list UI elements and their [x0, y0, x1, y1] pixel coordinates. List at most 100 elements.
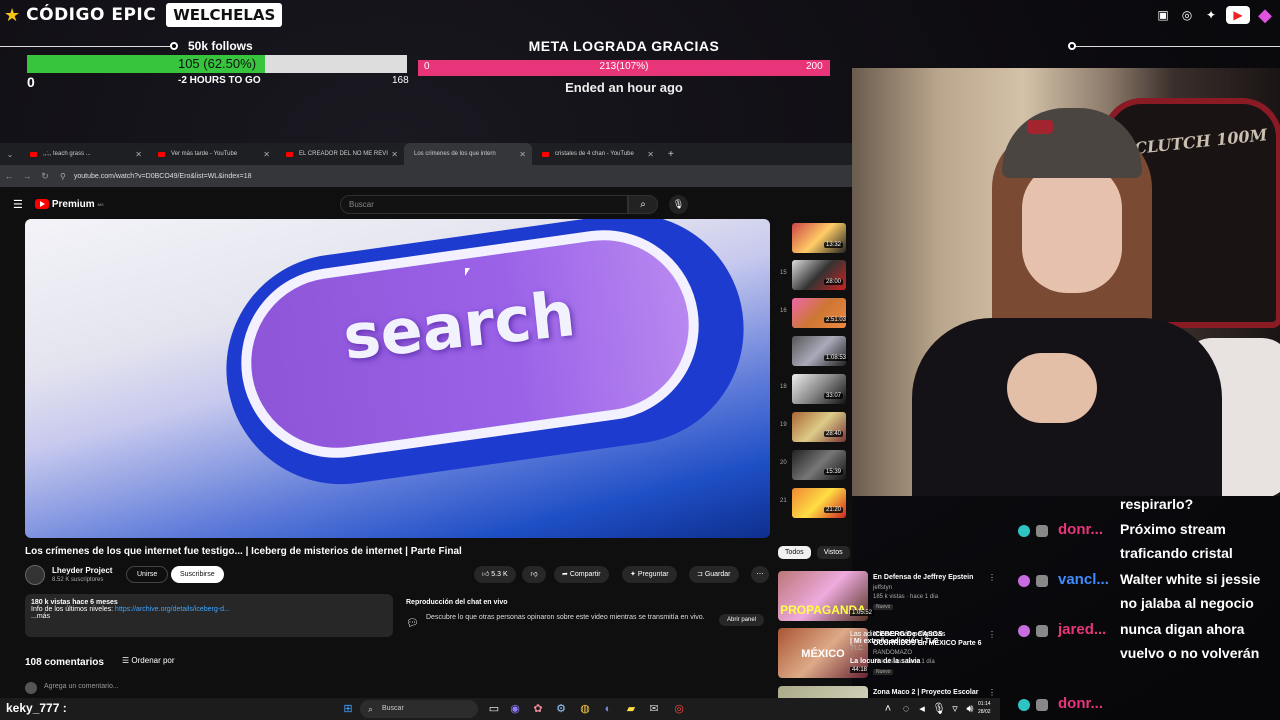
ask-button[interactable]: ✦ Preguntar	[622, 566, 677, 583]
playlist-item[interactable]: 13:32	[778, 223, 852, 253]
overlay-line: TLC	[850, 645, 864, 652]
streamer-hand	[1007, 353, 1097, 423]
sort-icon: ☰	[122, 656, 132, 665]
search-input[interactable]: Buscar	[340, 195, 628, 214]
settings-icon[interactable]: ⚙	[553, 701, 569, 717]
chat-text: Próximo stream	[1120, 521, 1226, 537]
tab-list-icon[interactable]: ⌄	[0, 150, 20, 159]
playlist-index: 18	[780, 384, 787, 390]
video-title: Zona Maco 2 | Proyecto Escolar	[873, 689, 979, 696]
close-icon[interactable]: ✕	[135, 150, 142, 159]
browser-tab[interactable]: ,,:,, teach grass ... ✕	[20, 143, 148, 165]
more-icon[interactable]: ⋮	[988, 688, 996, 697]
share-button[interactable]: ➦ Compartir	[554, 566, 609, 583]
menu-icon[interactable]: ☰	[13, 198, 23, 211]
wifi-icon[interactable]: ▿	[947, 701, 963, 717]
windows-taskbar: ⊞ Buscar ▭ ◉ ✿ ⚙ ◍ ◐ ▰ ✉ ◎ ˄ ◌ ◂ 🎙︎ ▿ 🔊︎…	[0, 698, 1000, 720]
video-title: En Defensa de Jeffrey Epstein	[873, 574, 974, 581]
save-button[interactable]: ⊐ Guardar	[689, 566, 739, 583]
mic-icon[interactable]: 🎙	[669, 195, 688, 214]
app-icon[interactable]: ◉	[507, 701, 523, 717]
description-text: Info de los últimos niveles:	[31, 606, 116, 613]
like-button[interactable]: 👍︎ 5.3 K	[474, 566, 516, 583]
duration: 28:40	[824, 431, 844, 437]
playlist-item[interactable]: 20 15:39	[778, 450, 852, 480]
channel-name[interactable]: Lheyder Project	[52, 566, 112, 575]
youtube-logo[interactable]: Premium MX	[34, 199, 104, 210]
duration: 28:00	[824, 279, 844, 285]
url-text[interactable]: youtube.com/watch?v=D0BCO49/Ero&list=WL&…	[74, 173, 252, 180]
playlist-item[interactable]: 15 28:00	[778, 260, 852, 290]
browser-tab-active[interactable]: Los crimenes de los que intern ✕	[404, 143, 532, 165]
site-info-icon[interactable]: ⚲	[60, 172, 66, 181]
discord-icon[interactable]: ◐	[600, 701, 616, 717]
comment-count: 108 comentarios	[25, 657, 104, 668]
playlist-index: 21	[780, 498, 787, 504]
chrome-icon[interactable]: ◍	[577, 701, 593, 717]
open-panel-button[interactable]: Abrir panel	[718, 614, 764, 626]
description-link[interactable]: https://archive.org/details/iceberg-d...	[115, 606, 230, 613]
follow-goal-title: 50k follows	[188, 39, 253, 53]
playlist-overlay-text: Las adicciones más peligrosas | Mi extra…	[850, 631, 996, 681]
taskbar-clock[interactable]: 01:14 28/02	[978, 700, 991, 716]
mail-icon[interactable]: ✉	[646, 701, 662, 717]
new-tab-icon[interactable]: +	[660, 149, 674, 160]
back-icon[interactable]: ←	[0, 171, 18, 181]
youtube-header: ☰ Premium MX Buscar ⌕ 🎙	[0, 193, 852, 215]
windows-start-icon[interactable]: ⊞	[340, 701, 356, 717]
playlist-item[interactable]: 16 2:51:03	[778, 298, 852, 328]
browser-window: ⌄ ,,:,, teach grass ... ✕ Ver más tarde …	[0, 143, 996, 698]
channel-subscribers: 8.52 K suscriptores	[52, 577, 104, 583]
close-icon[interactable]: ✕	[647, 150, 654, 159]
close-icon[interactable]: ✕	[263, 150, 270, 159]
volume-icon[interactable]: 🔊︎	[962, 701, 978, 717]
tray-icon[interactable]: ◌	[898, 701, 914, 717]
browser-tab[interactable]: cristales de 4 chan - YouTube ✕	[532, 143, 660, 165]
forward-icon[interactable]: →	[18, 171, 36, 181]
task-view-icon[interactable]: ▭	[486, 701, 502, 717]
duration: 2:51:03	[824, 317, 849, 323]
playlist-panel: 13:32 15 28:00 16 2:51:03 1:08:53 18 33:07 …	[778, 223, 852, 541]
recommended-video[interactable]: Zona Maco 2 | Proyecto Escolar ⋮	[778, 686, 998, 698]
recommended-video[interactable]: PROPAGANDA 1:05:52 En Defensa de Jeffrey…	[778, 571, 998, 625]
playlist-index: 20	[780, 460, 787, 466]
new-badge: Nuevo	[873, 604, 894, 610]
chip-all[interactable]: Todos	[778, 546, 811, 559]
channel-avatar[interactable]	[25, 565, 45, 585]
subscribe-button[interactable]: Suscribirse	[171, 566, 224, 583]
reload-icon[interactable]: ↻	[36, 171, 54, 182]
cap-logo	[1027, 120, 1053, 134]
tab-label: Los crimenes de los que intern	[414, 151, 496, 157]
dislike-button[interactable]: 👎︎	[522, 566, 546, 583]
playlist-item[interactable]: 18 33:07	[778, 374, 852, 404]
playlist-item[interactable]: 21 21:20	[778, 488, 852, 518]
tab-label: EL CREADOR DEL NO ME REVI	[299, 151, 388, 157]
playlist-thumbnail	[792, 336, 846, 366]
close-icon[interactable]: ✕	[519, 150, 526, 159]
sort-button[interactable]: ☰ Ordenar por	[122, 656, 175, 665]
add-comment-input[interactable]: Agrega un comentario...	[44, 683, 119, 690]
close-icon[interactable]: ✕	[391, 150, 398, 159]
playlist-thumbnail	[792, 374, 846, 404]
description-box[interactable]: 180 k vistas hace 6 meses Info de los úl…	[25, 594, 393, 637]
chip-seen[interactable]: Vistos	[816, 546, 850, 559]
video-player[interactable]: search	[25, 219, 770, 538]
join-button[interactable]: Unirse	[126, 566, 169, 583]
address-bar: ← → ↻ ⚲ youtube.com/watch?v=D0BCO49/Ero&…	[0, 165, 852, 187]
browser-tab[interactable]: EL CREADOR DEL NO ME REVI ✕	[276, 143, 404, 165]
obs-icon[interactable]: ◎	[671, 701, 687, 717]
playlist-item-current[interactable]: 1:08:53	[778, 336, 852, 366]
browser-tab[interactable]: Ver más tarde - YouTube ✕	[148, 143, 276, 165]
mic-tray-icon[interactable]: 🎙︎	[931, 701, 947, 717]
search-icon[interactable]: ⌕	[628, 195, 658, 214]
playlist-item[interactable]: 19 28:40	[778, 412, 852, 442]
taskbar-search[interactable]: Buscar	[360, 700, 478, 718]
show-more-link[interactable]: ...más	[31, 613, 387, 620]
folder-icon[interactable]: ▰	[623, 701, 639, 717]
tray-expand-icon[interactable]: ˄	[880, 701, 896, 717]
app-icon[interactable]: ✿	[530, 701, 546, 717]
more-icon[interactable]: ⋮	[988, 573, 996, 582]
tray-icon[interactable]: ◂	[914, 701, 930, 717]
badge-icon	[1018, 575, 1030, 587]
more-actions-button[interactable]: ⋯	[751, 566, 769, 583]
